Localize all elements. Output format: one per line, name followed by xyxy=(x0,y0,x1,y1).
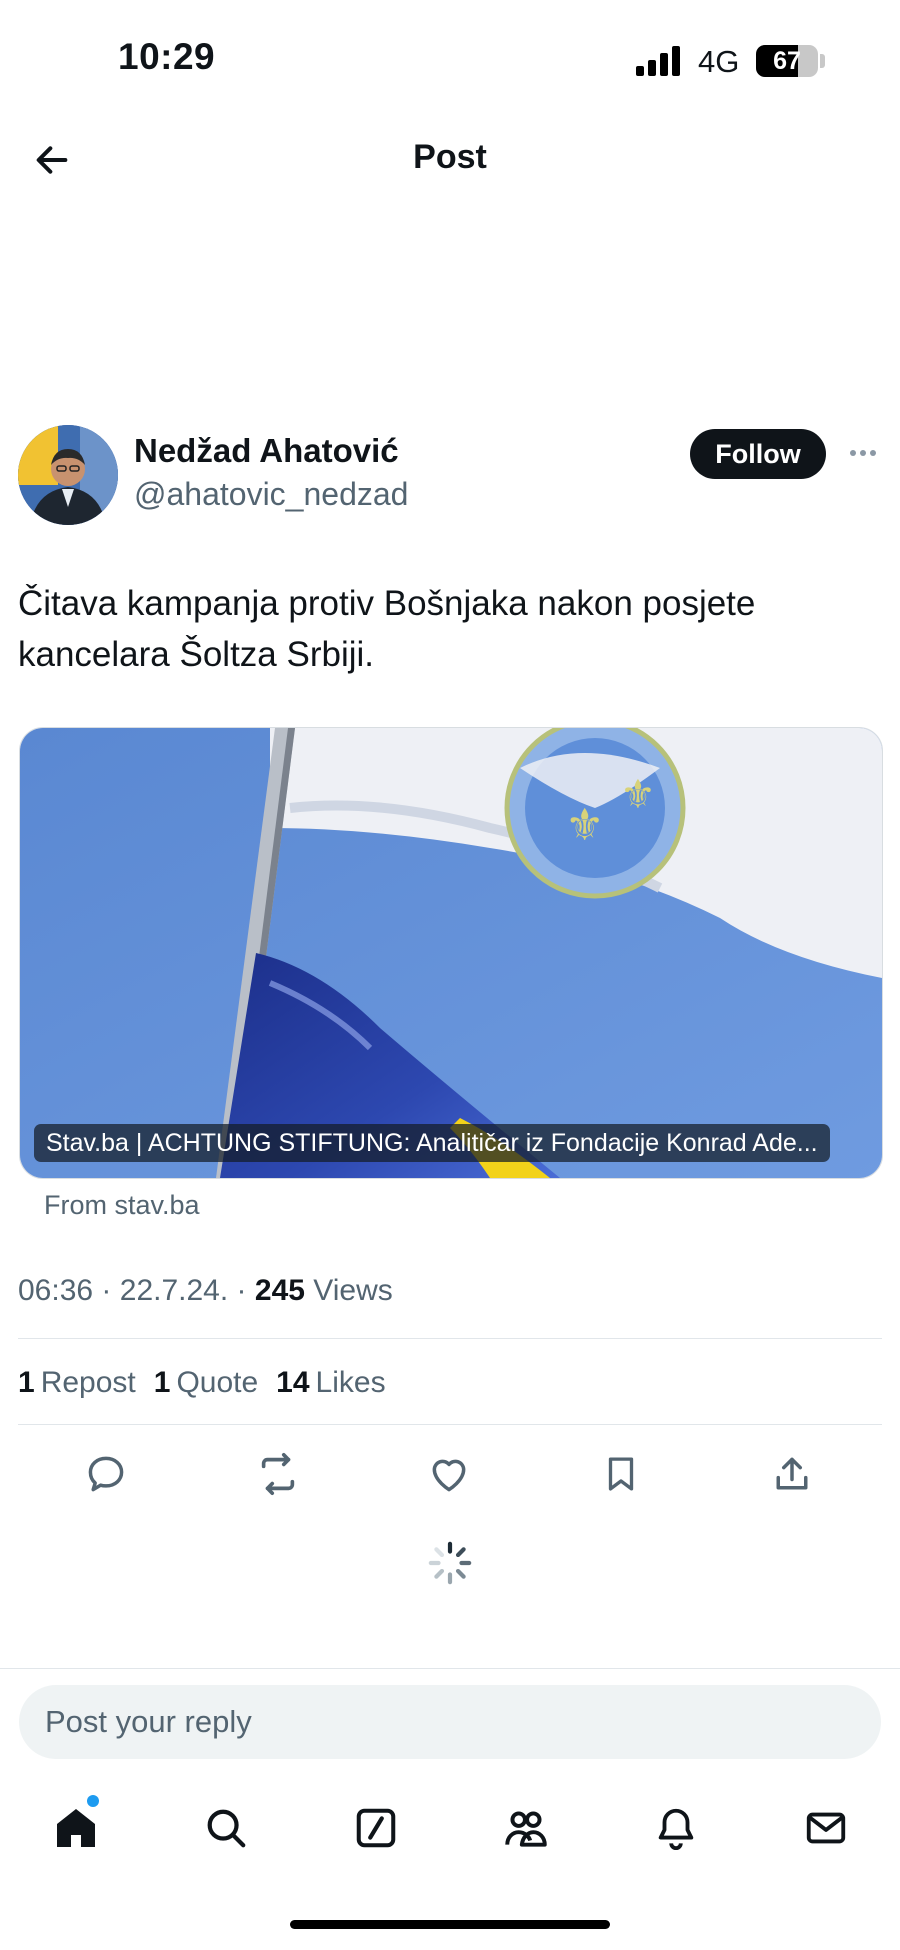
meta-separator: · xyxy=(236,1274,247,1307)
views-label: Views xyxy=(313,1274,393,1307)
divider xyxy=(18,1424,882,1425)
post-stats: 1 Repost 1 Quote 14 Likes xyxy=(18,1366,386,1400)
battery-nub xyxy=(820,54,825,68)
signal-icon xyxy=(636,46,680,76)
views-count: 245 xyxy=(254,1274,305,1307)
loading-spinner-icon xyxy=(428,1541,472,1585)
like-icon xyxy=(432,1459,466,1492)
avatar[interactable] xyxy=(18,425,118,525)
nav-compose[interactable] xyxy=(348,1800,404,1856)
repost-icon xyxy=(261,1453,295,1495)
network-type: 4G xyxy=(698,44,740,79)
bookmark-button[interactable] xyxy=(595,1448,647,1500)
more-options-button[interactable] xyxy=(845,438,881,468)
nav-communities[interactable] xyxy=(498,1800,554,1856)
nav-search[interactable] xyxy=(198,1800,254,1856)
notification-dot xyxy=(87,1795,99,1807)
reply-icon xyxy=(88,1456,124,1492)
card-image: ⚜ ⚜ xyxy=(20,728,882,1178)
notifications-icon xyxy=(658,1808,694,1850)
quote-stat[interactable]: 1 Quote xyxy=(154,1366,258,1400)
author-name[interactable]: Nedžad Ahatović xyxy=(134,432,399,470)
likes-stat[interactable]: 14 Likes xyxy=(276,1366,385,1400)
share-button[interactable] xyxy=(766,1448,818,1500)
svg-text:⚜: ⚜ xyxy=(620,772,656,818)
reply-button[interactable] xyxy=(80,1448,132,1500)
divider xyxy=(0,1668,900,1669)
reply-placeholder: Post your reply xyxy=(45,1704,252,1739)
post-date: 22.7.24. xyxy=(119,1274,229,1307)
nav-notifications[interactable] xyxy=(648,1800,704,1856)
home-indicator[interactable] xyxy=(290,1920,610,1929)
post-meta: 06:36 · 22.7.24. · 245 Views xyxy=(18,1274,393,1308)
link-card[interactable]: ⚜ ⚜ xyxy=(19,727,883,1179)
bookmark-icon xyxy=(608,1457,634,1491)
share-icon xyxy=(776,1457,808,1490)
svg-text:⚜: ⚜ xyxy=(565,800,604,851)
card-caption[interactable]: Stav.ba | ACHTUNG STIFTUNG: Analitičar i… xyxy=(34,1124,830,1162)
messages-icon xyxy=(806,1812,846,1844)
home-icon xyxy=(57,1809,95,1847)
divider xyxy=(18,1338,882,1339)
post-text: Čitava kampanja protiv Bošnjaka nakon po… xyxy=(18,584,756,674)
nav-home[interactable] xyxy=(48,1800,104,1856)
post-time: 06:36 xyxy=(18,1274,94,1307)
author-handle[interactable]: @ahatovic_nedzad xyxy=(134,476,408,513)
compose-icon xyxy=(356,1808,396,1848)
follow-button[interactable]: Follow xyxy=(690,429,826,479)
battery-icon: 67 xyxy=(756,45,818,77)
like-button[interactable] xyxy=(423,1448,475,1500)
status-time: 10:29 xyxy=(118,36,216,77)
communities-icon xyxy=(505,1811,547,1847)
card-source[interactable]: From stav.ba xyxy=(44,1190,200,1221)
repost-button[interactable] xyxy=(252,1448,304,1500)
battery-level: 67 xyxy=(773,47,801,75)
repost-stat[interactable]: 1 Repost xyxy=(18,1366,136,1400)
meta-separator: · xyxy=(101,1274,112,1307)
page-title: Post xyxy=(413,138,487,176)
nav-messages[interactable] xyxy=(798,1800,854,1856)
search-icon xyxy=(207,1809,246,1848)
